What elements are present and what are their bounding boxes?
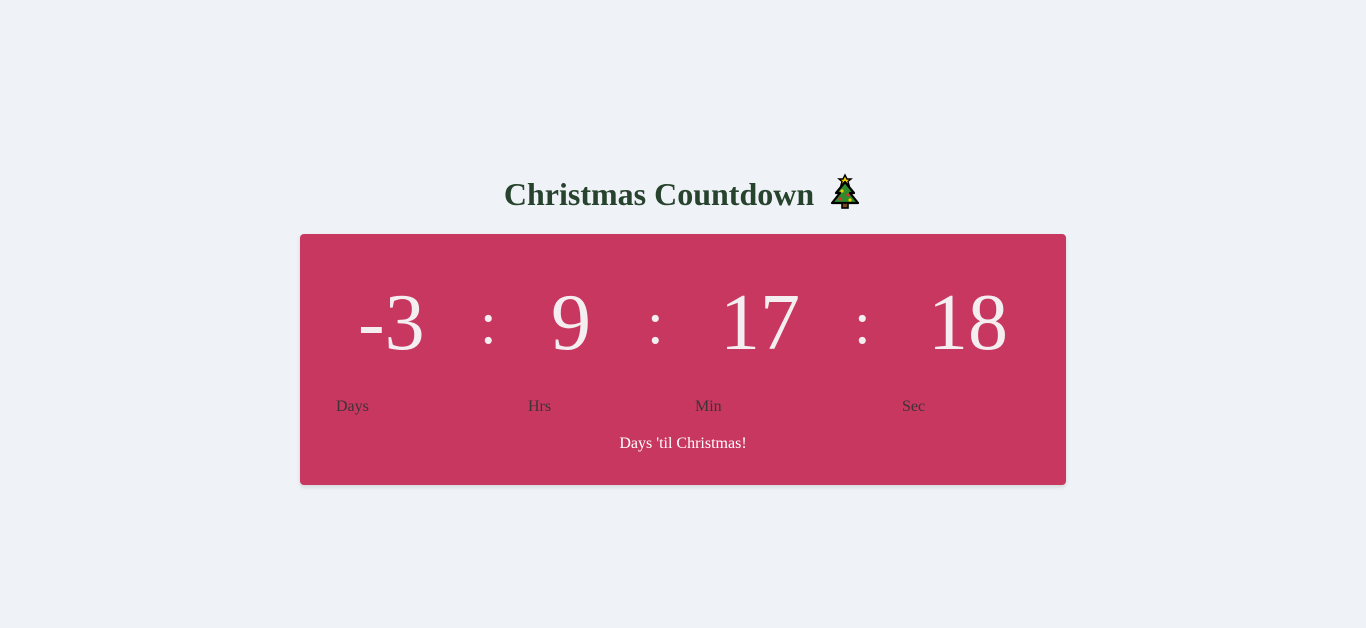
days-label: Days xyxy=(336,398,369,415)
minutes-value: 17 xyxy=(720,279,800,367)
christmas-tree-icon xyxy=(828,171,862,211)
days-value: -3 xyxy=(358,279,425,367)
title-row: Christmas Countdown xyxy=(0,172,1366,216)
separator: : xyxy=(480,290,497,356)
minutes-label: Min xyxy=(695,398,722,415)
countdown-caption: Days 'til Christmas! xyxy=(619,435,747,452)
seconds-value: 18 xyxy=(928,279,1008,367)
hours-label: Hrs xyxy=(528,398,552,415)
seconds-label: Sec xyxy=(902,398,926,415)
separator: : xyxy=(854,290,871,356)
page-title: Christmas Countdown xyxy=(503,176,815,212)
page: Christmas Countdown -3 : 9 : 17 : 18 Day… xyxy=(0,0,1366,628)
separator: : xyxy=(647,290,664,356)
hours-value: 9 xyxy=(551,279,591,367)
